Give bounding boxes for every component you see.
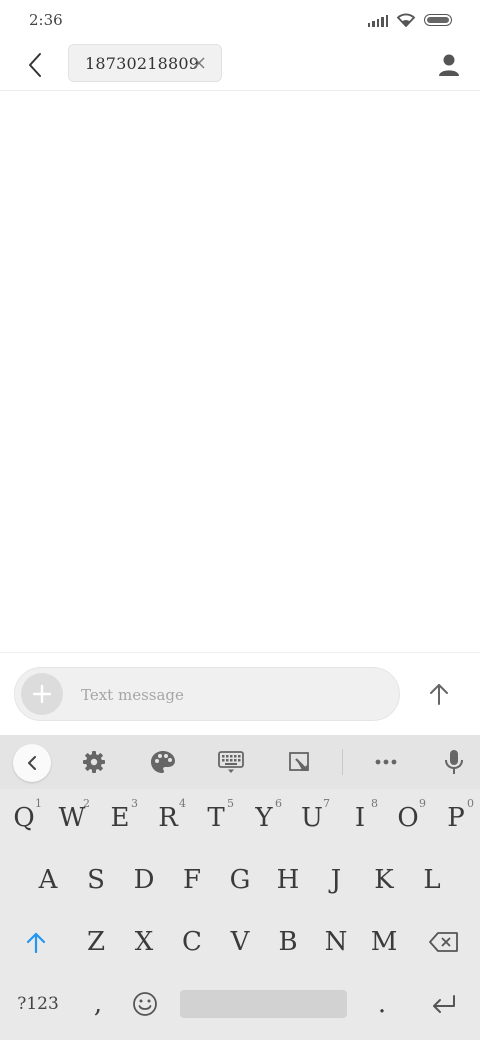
enter-key[interactable] [408, 977, 480, 1031]
key-v[interactable]: V [216, 915, 264, 969]
message-list[interactable] [0, 91, 480, 651]
key-t[interactable]: T5 [192, 791, 240, 845]
key-row-3: Z X C V B N M [0, 915, 480, 971]
more-horizontal-icon [375, 759, 397, 765]
key-o[interactable]: O9 [384, 791, 432, 845]
arrow-up-icon [430, 684, 448, 705]
status-time: 2:36 [29, 11, 63, 29]
key-m[interactable]: M [360, 915, 408, 969]
space-key[interactable] [180, 990, 347, 1018]
key-s[interactable]: S [72, 853, 120, 907]
symbols-key[interactable]: ?123 [0, 977, 76, 1031]
key-row-2: A S D F G H J K L [0, 853, 480, 909]
wifi-icon [396, 13, 416, 27]
shift-key[interactable] [0, 915, 72, 969]
period-key[interactable]: . [358, 977, 406, 1031]
attach-button[interactable] [21, 673, 63, 715]
key-l[interactable]: L [408, 853, 456, 907]
key-d[interactable]: D [120, 853, 168, 907]
key-f[interactable]: F [168, 853, 216, 907]
theme-button[interactable] [145, 745, 181, 779]
resize-button[interactable] [282, 745, 318, 779]
enter-icon [433, 995, 455, 1013]
message-input[interactable] [79, 678, 383, 712]
key-b[interactable]: B [264, 915, 312, 969]
key-x[interactable]: X [120, 915, 168, 969]
microphone-icon [445, 750, 463, 774]
more-options-button[interactable] [368, 745, 404, 779]
recipient-chip[interactable]: 18730218809 [68, 44, 222, 82]
toolbar-divider [342, 749, 343, 775]
key-y[interactable]: Y6 [240, 791, 288, 845]
back-button[interactable] [18, 48, 52, 82]
close-icon [193, 57, 205, 69]
gear-icon [83, 751, 105, 773]
key-c[interactable]: C [168, 915, 216, 969]
key-w[interactable]: W2 [48, 791, 96, 845]
contact-button[interactable] [434, 50, 464, 80]
palette-icon [151, 751, 175, 773]
recipient-number: 18730218809 [85, 53, 200, 73]
key-q[interactable]: Q1 [0, 791, 48, 845]
key-j[interactable]: J [312, 853, 360, 907]
keyboard-mode-button[interactable] [213, 745, 249, 779]
send-button[interactable] [424, 677, 454, 711]
chevron-left-icon [29, 53, 41, 77]
key-k[interactable]: K [360, 853, 408, 907]
emoji-key[interactable] [120, 977, 170, 1031]
key-r[interactable]: R4 [144, 791, 192, 845]
key-n[interactable]: N [312, 915, 360, 969]
voice-input-button[interactable] [436, 745, 472, 779]
battery-icon [424, 13, 452, 26]
toolbar-back-button[interactable] [13, 744, 51, 782]
chevron-left-icon [28, 756, 36, 770]
keyboard-icon [218, 751, 244, 773]
messaging-screen: 2:36 18730218809 Text message Q 1 W 2 E … [0, 0, 480, 1040]
keyboard-toolbar [0, 735, 480, 789]
compose-bar [0, 652, 480, 736]
conversation-header: 18730218809 [0, 40, 480, 91]
key-h[interactable]: H [264, 853, 312, 907]
plus-icon [32, 684, 52, 704]
key-a[interactable]: A [24, 853, 72, 907]
status-bar: 2:36 [0, 0, 480, 40]
key-i[interactable]: I8 [336, 791, 384, 845]
emoji-icon [133, 992, 157, 1016]
backspace-key[interactable] [408, 915, 480, 969]
person-icon [439, 54, 459, 76]
key-g[interactable]: G [216, 853, 264, 907]
status-icons [367, 12, 452, 27]
signal-icon [367, 13, 388, 27]
compose-field[interactable] [14, 667, 400, 721]
key-e[interactable]: E3 [96, 791, 144, 845]
key-row-1: Q1 W2 E3 R4 T5 Y6 U7 I8 O9 P0 [0, 791, 480, 847]
key-z[interactable]: Z [72, 915, 120, 969]
key-u[interactable]: U7 [288, 791, 336, 845]
remove-recipient-button[interactable] [191, 55, 207, 71]
key-p[interactable]: P0 [432, 791, 480, 845]
key-row-4: ?123 , . [0, 977, 480, 1033]
resize-icon [289, 752, 309, 771]
settings-button[interactable] [76, 745, 112, 779]
backspace-icon [429, 932, 458, 952]
comma-key[interactable]: , [76, 977, 120, 1031]
shift-arrow-icon [26, 932, 46, 953]
keyboard: Q1 W2 E3 R4 T5 Y6 U7 I8 O9 P0 A S D F G … [0, 735, 480, 1040]
